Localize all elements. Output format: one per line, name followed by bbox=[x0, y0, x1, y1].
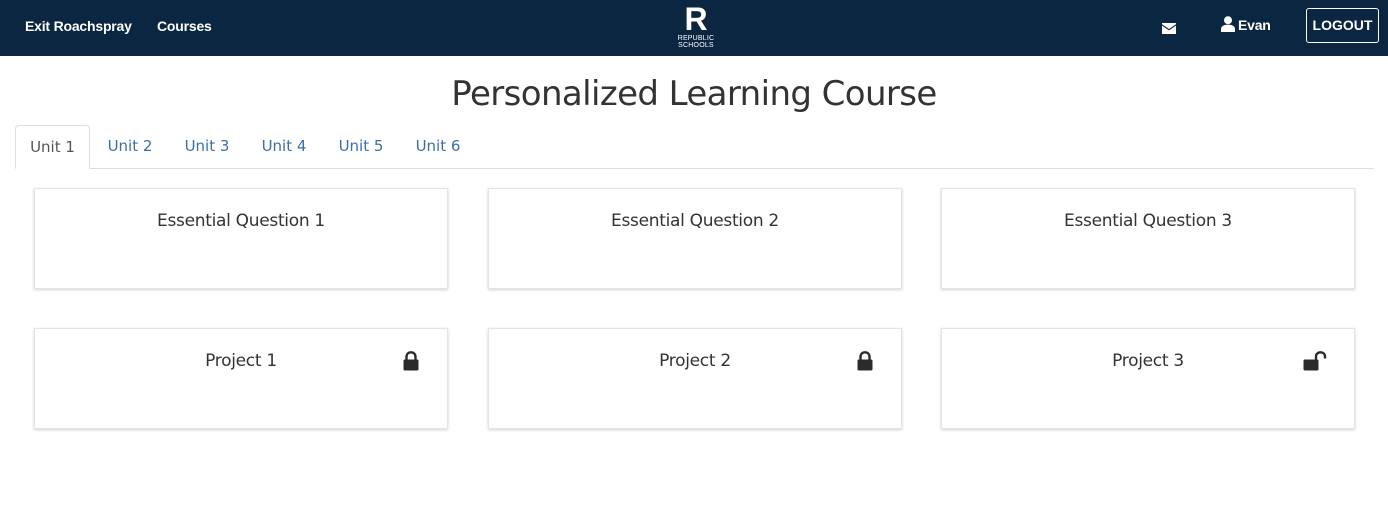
logo-line-2: SCHOOLS bbox=[678, 42, 714, 49]
project-card-3[interactable]: Project 3 bbox=[941, 328, 1355, 429]
tab-unit-5[interactable]: Unit 5 bbox=[325, 125, 397, 168]
lock-icon bbox=[402, 351, 420, 371]
project-card-2[interactable]: Project 2 bbox=[488, 328, 902, 429]
lock-icon bbox=[856, 351, 874, 371]
card-title: Project 3 bbox=[1112, 351, 1184, 371]
tab-unit-4[interactable]: Unit 4 bbox=[248, 125, 320, 168]
logo-line-1: REPUBLIC bbox=[677, 35, 715, 42]
essential-question-card-3[interactable]: Essential Question 3 bbox=[941, 188, 1355, 289]
tab-unit-6[interactable]: Unit 6 bbox=[402, 125, 474, 168]
page-title: Personalized Learning Course bbox=[451, 74, 937, 114]
courses-link[interactable]: Courses bbox=[157, 0, 212, 56]
user-name-link[interactable]: Evan bbox=[1238, 0, 1271, 55]
user-icon[interactable] bbox=[1221, 16, 1235, 32]
tab-unit-2[interactable]: Unit 2 bbox=[94, 125, 166, 168]
tab-unit-1[interactable]: Unit 1 bbox=[15, 125, 90, 169]
logo-letter: R bbox=[684, 1, 708, 37]
top-navbar: Exit Roachspray Courses R REPUBLIC SCHOO… bbox=[0, 0, 1388, 56]
essential-question-card-2[interactable]: Essential Question 2 bbox=[488, 188, 902, 289]
essential-question-card-1[interactable]: Essential Question 1 bbox=[34, 188, 448, 289]
card-title: Essential Question 3 bbox=[1064, 211, 1232, 231]
unlock-icon bbox=[1302, 351, 1328, 371]
republic-schools-logo[interactable]: R REPUBLIC SCHOOLS bbox=[674, 2, 718, 52]
logout-button[interactable]: LOGOUT bbox=[1306, 8, 1379, 43]
card-title: Project 1 bbox=[205, 351, 277, 371]
card-title: Essential Question 1 bbox=[157, 211, 325, 231]
exit-course-link[interactable]: Exit Roachspray bbox=[25, 0, 132, 56]
envelope-icon[interactable] bbox=[1162, 21, 1176, 34]
project-card-1[interactable]: Project 1 bbox=[34, 328, 448, 429]
card-title: Essential Question 2 bbox=[611, 211, 779, 231]
tab-unit-3[interactable]: Unit 3 bbox=[171, 125, 243, 168]
card-title: Project 2 bbox=[659, 351, 731, 371]
tabs-divider bbox=[15, 168, 1374, 169]
